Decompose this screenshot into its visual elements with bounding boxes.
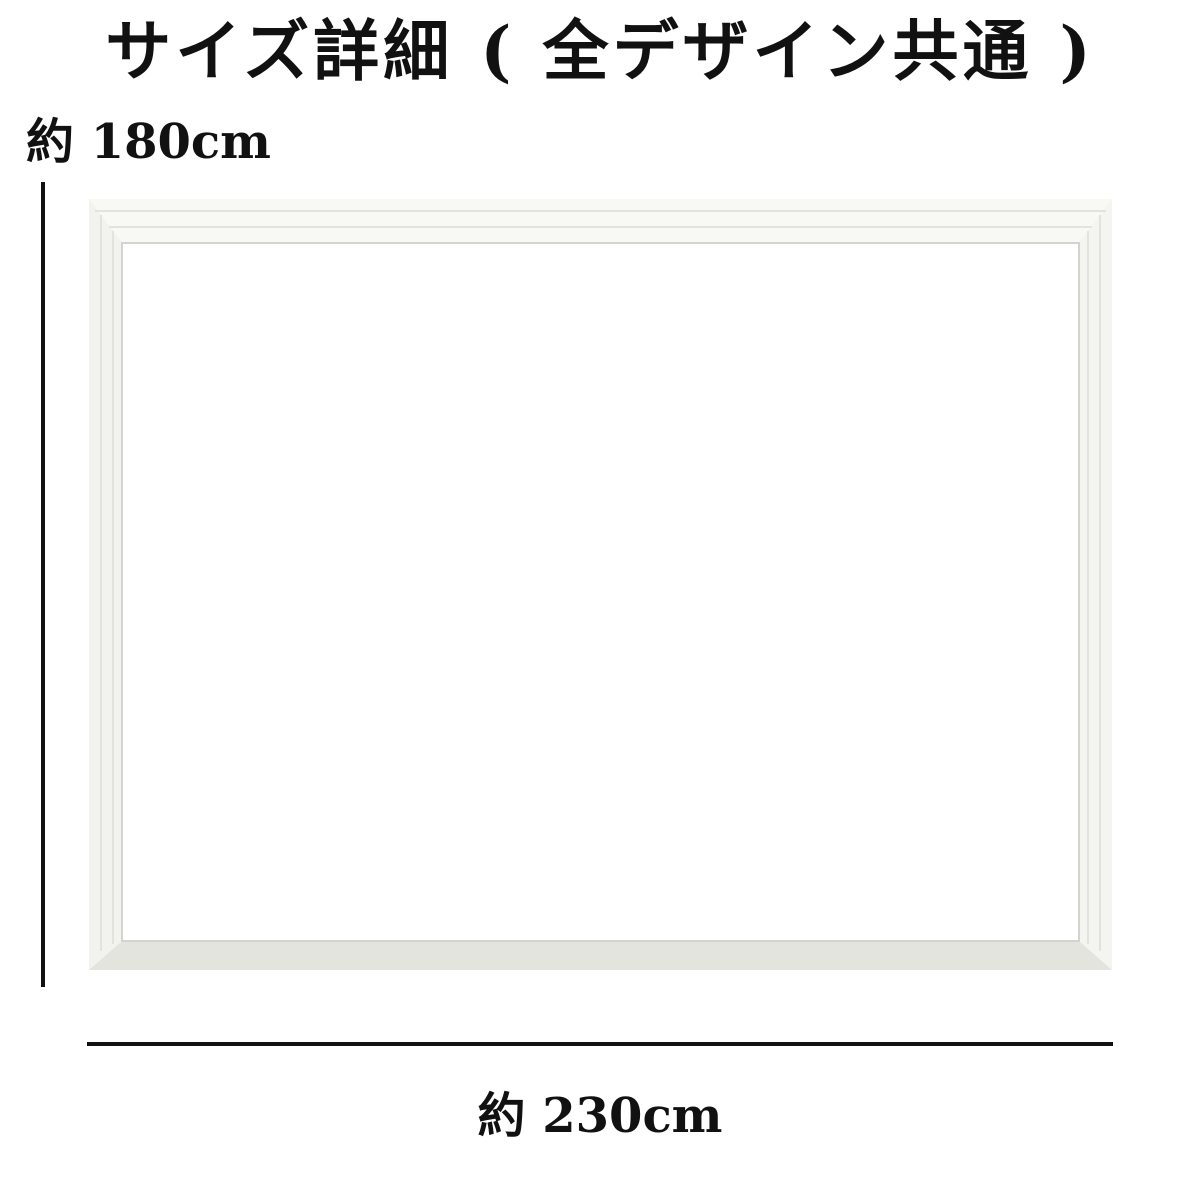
height-dimension-line <box>41 182 45 987</box>
page-title: サイズ詳細 ( 全デザイン共通 ) <box>105 12 1095 90</box>
width-dimension-line <box>87 1042 1113 1046</box>
frame-inner-panel <box>121 242 1080 942</box>
frame-left-bevel <box>89 199 122 970</box>
width-dimension-label: 約 230cm <box>477 1088 723 1144</box>
frame-top-bevel <box>89 199 1112 243</box>
height-dimension-label: 約 180cm <box>26 114 271 170</box>
frame-svg <box>89 199 1112 970</box>
frame-bottom-bevel <box>89 941 1112 970</box>
frame-right-bevel <box>1079 199 1112 970</box>
frame-illustration <box>89 199 1112 970</box>
